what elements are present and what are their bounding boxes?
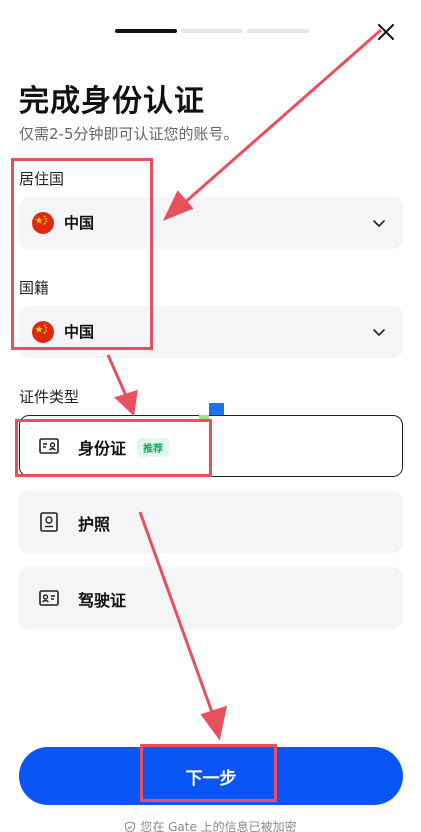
arrow-head <box>200 705 227 741</box>
security-text: 您在 Gate 上的信息已被加密 <box>140 820 297 832</box>
annotation-highlight-next <box>140 744 277 802</box>
security-note: 您在 Gate 上的信息已被加密 <box>0 818 421 832</box>
page-subtitle: 仅需2-5分钟即可认证您的账号。 <box>19 125 239 143</box>
document-type-label: 证件类型 <box>19 388 80 406</box>
page-title: 完成身份认证 <box>19 84 205 119</box>
chevron-down-icon <box>373 220 385 227</box>
annotation-highlight-country <box>11 158 153 350</box>
document-option-driver-license[interactable]: 驾驶证 <box>19 567 403 629</box>
progress-step-3 <box>247 29 309 33</box>
document-option-name: 护照 <box>78 515 111 534</box>
driver-license-icon <box>39 590 59 606</box>
document-option-passport[interactable]: 护照 <box>19 491 403 553</box>
close-button[interactable] <box>374 20 398 44</box>
shield-check-icon <box>125 821 136 832</box>
document-option-name: 驾驶证 <box>78 591 127 610</box>
progress-indicator <box>115 29 309 33</box>
arrow-head <box>114 389 138 417</box>
chevron-down-icon <box>373 329 385 336</box>
progress-step-2 <box>181 29 243 33</box>
passport-icon <box>40 512 58 532</box>
progress-step-1 <box>115 29 177 33</box>
annotation-highlight-id-card <box>15 419 212 477</box>
close-icon <box>378 24 394 40</box>
